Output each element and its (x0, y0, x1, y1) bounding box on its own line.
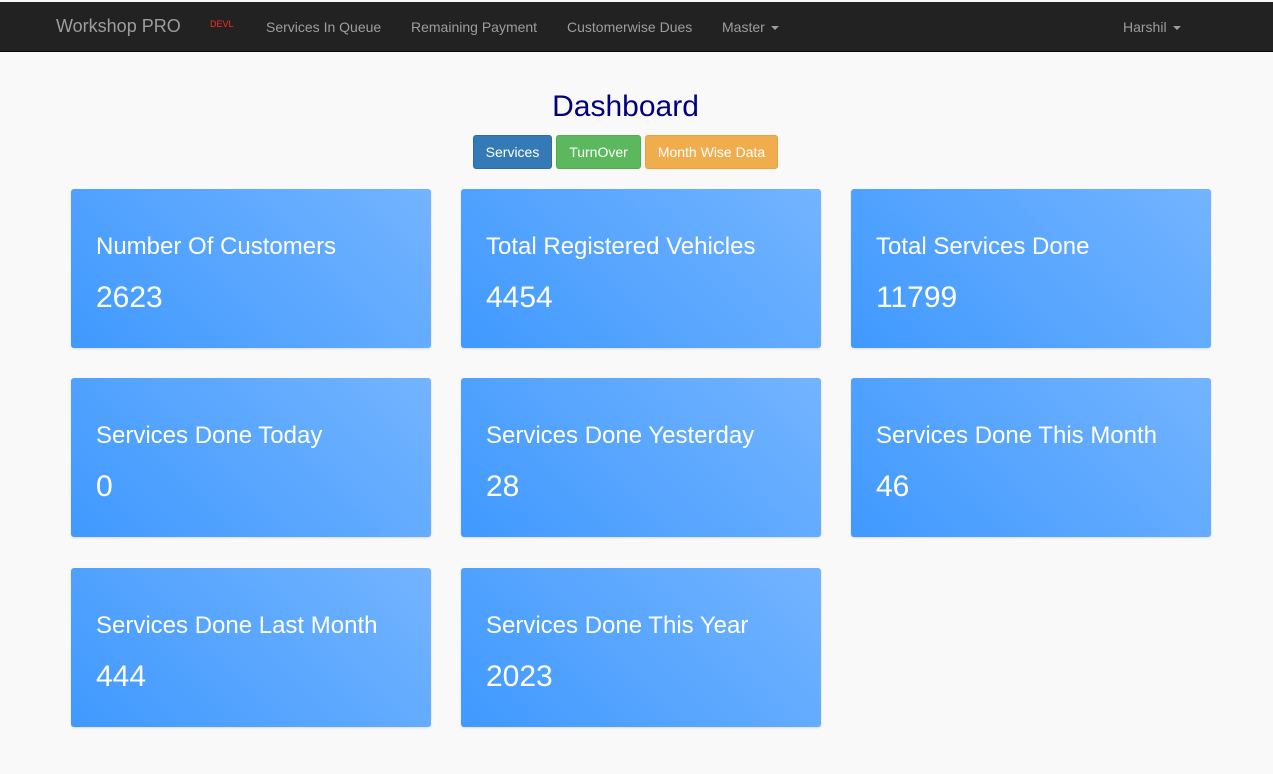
card-value: 444 (96, 660, 147, 693)
user-name: Harshil (1123, 19, 1167, 35)
stat-card-services-this-month: Services Done This Month 46 (851, 378, 1211, 537)
caret-down-icon (1172, 26, 1181, 31)
stat-card-registered-vehicles: Total Registered Vehicles 4454 (461, 189, 821, 348)
card-value: 0 (96, 470, 113, 503)
caret-down-icon (770, 26, 779, 31)
env-badge: DEVL (210, 19, 234, 29)
brand-link[interactable]: Workshop PRO (56, 16, 181, 37)
card-title: Services Done This Month (876, 422, 1158, 449)
nav-services-in-queue[interactable]: Services In Queue (266, 19, 381, 35)
card-value: 4454 (486, 281, 553, 314)
card-title: Services Done Yesterday (486, 422, 755, 449)
page: Workshop PRO DEVL Services In Queue Rema… (0, 0, 1273, 774)
card-title: Total Registered Vehicles (486, 233, 756, 260)
nav-master-dropdown[interactable]: Master (722, 19, 779, 35)
card-value: 11799 (876, 281, 958, 314)
nav-remaining-payment[interactable]: Remaining Payment (411, 19, 537, 35)
card-value: 28 (486, 470, 520, 503)
card-value: 2023 (486, 660, 553, 693)
stat-card-customers: Number Of Customers 2623 (71, 189, 431, 348)
card-value: 2623 (96, 281, 163, 314)
nav-customerwise-dues[interactable]: Customerwise Dues (567, 19, 692, 35)
card-title: Number Of Customers (96, 233, 337, 260)
card-title: Services Done This Year (486, 612, 749, 639)
services-button[interactable]: Services (473, 135, 552, 169)
card-title: Services Done Last Month (96, 612, 378, 639)
card-value: 46 (876, 470, 910, 503)
stat-card-services-today: Services Done Today 0 (71, 378, 431, 537)
user-menu-dropdown[interactable]: Harshil (1123, 19, 1181, 35)
stat-card-total-services: Total Services Done 11799 (851, 189, 1211, 348)
page-title: Dashboard (552, 90, 699, 123)
stat-card-services-last-month: Services Done Last Month 444 (71, 568, 431, 727)
stat-card-services-this-year: Services Done This Year 2023 (461, 568, 821, 727)
top-navbar: Workshop PRO DEVL Services In Queue Rema… (0, 2, 1273, 52)
card-title: Total Services Done (876, 233, 1090, 260)
nav-master-label: Master (722, 19, 765, 35)
card-title: Services Done Today (96, 422, 323, 449)
month-wise-data-button[interactable]: Month Wise Data (645, 135, 778, 169)
stat-card-services-yesterday: Services Done Yesterday 28 (461, 378, 821, 537)
turnover-button[interactable]: TurnOver (556, 135, 641, 169)
